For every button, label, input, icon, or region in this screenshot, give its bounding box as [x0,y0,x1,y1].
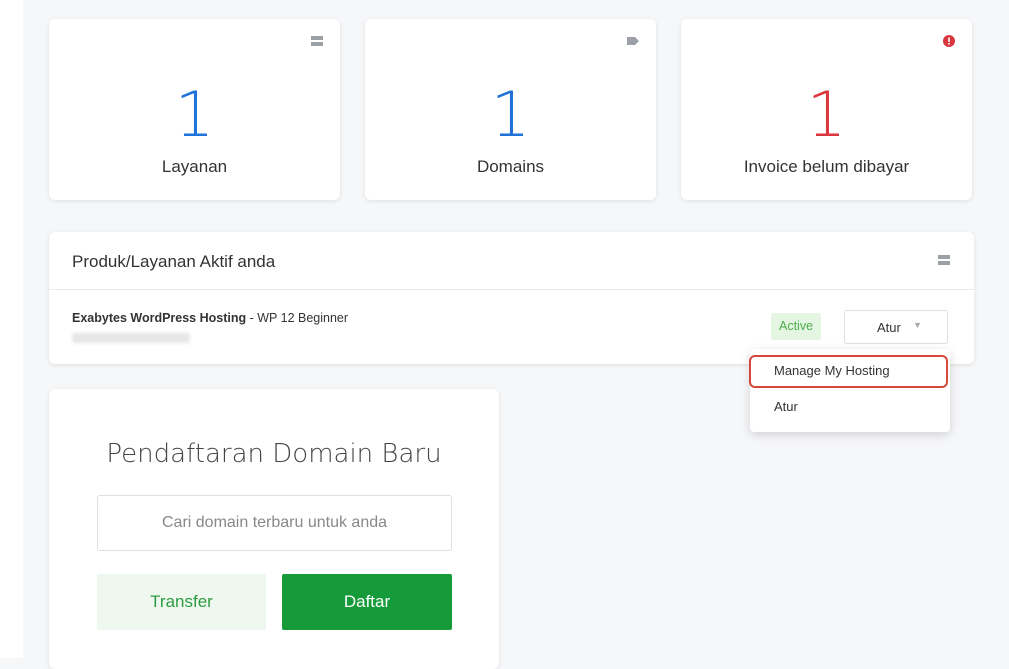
active-products-panel: Produk/Layanan Aktif anda Exabytes WordP… [49,232,974,364]
domain-registration-card: Pendaftaran Domain Baru Cari domain terb… [49,389,499,669]
tag-icon [627,37,639,45]
stat-card-domains[interactable]: 1 Domains [365,19,656,200]
server-icon [938,255,950,265]
stat-value: 1 [174,78,215,151]
product-name: Exabytes WordPress Hosting [72,311,247,325]
status-badge: Active [771,313,822,340]
manage-dropdown-button[interactable]: Atur ▼ [844,310,948,344]
manage-button-label: Atur [877,320,901,335]
menu-item-atur[interactable]: Atur [774,399,798,414]
menu-item-manage-my-hosting[interactable]: Manage My Hosting [774,363,890,378]
server-icon [311,36,323,46]
stat-value: 1 [806,78,847,151]
product-row[interactable]: Exabytes WordPress Hosting - WP 12 Begin… [72,311,348,325]
manage-dropdown-menu: Manage My Hosting Atur [749,349,950,432]
stat-label: Invoice belum dibayar [743,157,910,176]
panel-header: Produk/Layanan Aktif anda [49,232,974,290]
product-plan: - WP 12 Beginner [246,311,349,325]
product-domain-redacted [72,333,190,343]
stat-label: Layanan [161,157,228,176]
domain-search-input[interactable]: Cari domain terbaru untuk anda [97,495,452,551]
panel-title: Produk/Layanan Aktif anda [72,252,276,271]
transfer-button[interactable]: Transfer [97,574,266,630]
stat-value: 1 [490,78,531,151]
stat-card-invoices[interactable]: 1 Invoice belum dibayar [681,19,972,200]
registration-title: Pendaftaran Domain Baru [106,439,442,469]
stat-card-services[interactable]: 1 Layanan [49,19,340,200]
left-sidebar-edge [0,0,23,658]
stat-label: Domains [476,157,545,176]
chevron-down-icon: ▼ [913,320,922,330]
register-button[interactable]: Daftar [282,574,452,630]
alert-icon [943,35,955,47]
